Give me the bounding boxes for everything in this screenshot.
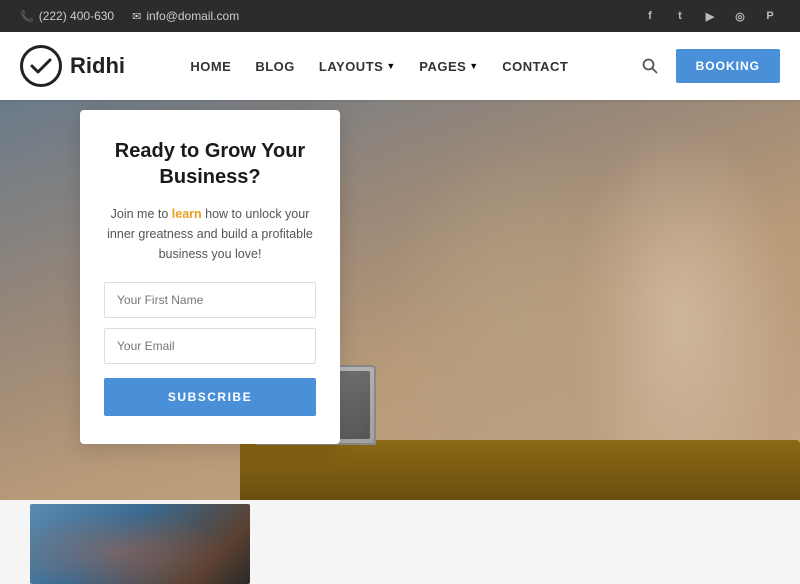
- hero-section: Ready to Grow Your Business? Join me to …: [0, 100, 800, 500]
- email-input[interactable]: [104, 328, 316, 364]
- chevron-down-icon-pages: ▼: [469, 61, 478, 71]
- top-bar-left: 📞 (222) 400-630 ✉ info@domail.com: [20, 9, 239, 23]
- twitter-icon: t: [670, 6, 690, 26]
- bottom-strip: [0, 500, 800, 540]
- table-element: [240, 440, 800, 500]
- instagram-icon: ◎: [730, 6, 750, 26]
- bottom-thumbnail: [30, 504, 250, 584]
- youtube-link[interactable]: ▶: [700, 6, 720, 26]
- youtube-icon: ▶: [700, 6, 720, 26]
- phone-info: 📞 (222) 400-630: [20, 9, 114, 23]
- first-name-input[interactable]: [104, 282, 316, 318]
- search-icon[interactable]: [634, 50, 666, 82]
- subscribe-button[interactable]: SUBSCRIBE: [104, 378, 316, 416]
- main-nav: HOME BLOG LAYOUTS ▼ PAGES ▼ CONTACT: [190, 59, 568, 74]
- nav-pages[interactable]: PAGES ▼: [419, 59, 478, 74]
- booking-button[interactable]: BOOKING: [676, 49, 780, 83]
- signup-form-card: Ready to Grow Your Business? Join me to …: [80, 110, 340, 444]
- email-address: info@domail.com: [146, 9, 239, 23]
- email-info: ✉ info@domail.com: [132, 9, 239, 23]
- email-icon: ✉: [132, 10, 141, 23]
- facebook-icon: f: [640, 6, 660, 26]
- phone-icon: 📞: [20, 10, 34, 23]
- nav-home[interactable]: HOME: [190, 59, 231, 74]
- logo-text: Ridhi: [70, 53, 125, 79]
- facebook-link[interactable]: f: [640, 6, 660, 26]
- instagram-link[interactable]: ◎: [730, 6, 750, 26]
- twitter-link[interactable]: t: [670, 6, 690, 26]
- top-bar: 📞 (222) 400-630 ✉ info@domail.com f t ▶ …: [0, 0, 800, 32]
- chevron-down-icon: ▼: [386, 61, 395, 71]
- form-description: Join me to learn how to unlock your inne…: [104, 204, 316, 264]
- form-desc-highlight: learn: [172, 207, 202, 221]
- phone-number: (222) 400-630: [39, 9, 114, 23]
- header-right: BOOKING: [634, 49, 780, 83]
- pinterest-icon: P: [760, 6, 780, 26]
- logo[interactable]: Ridhi: [20, 45, 125, 87]
- form-heading: Ready to Grow Your Business?: [104, 138, 316, 190]
- nav-contact[interactable]: CONTACT: [502, 59, 568, 74]
- nav-blog[interactable]: BLOG: [255, 59, 295, 74]
- nav-layouts-link[interactable]: LAYOUTS: [319, 59, 383, 74]
- social-links: f t ▶ ◎ P: [640, 6, 780, 26]
- form-desc-pre: Join me to: [111, 207, 172, 221]
- nav-pages-link[interactable]: PAGES: [419, 59, 466, 74]
- pinterest-link[interactable]: P: [760, 6, 780, 26]
- logo-icon: [20, 45, 62, 87]
- header: Ridhi HOME BLOG LAYOUTS ▼ PAGES ▼ CONTAC…: [0, 32, 800, 100]
- nav-layouts[interactable]: LAYOUTS ▼: [319, 59, 395, 74]
